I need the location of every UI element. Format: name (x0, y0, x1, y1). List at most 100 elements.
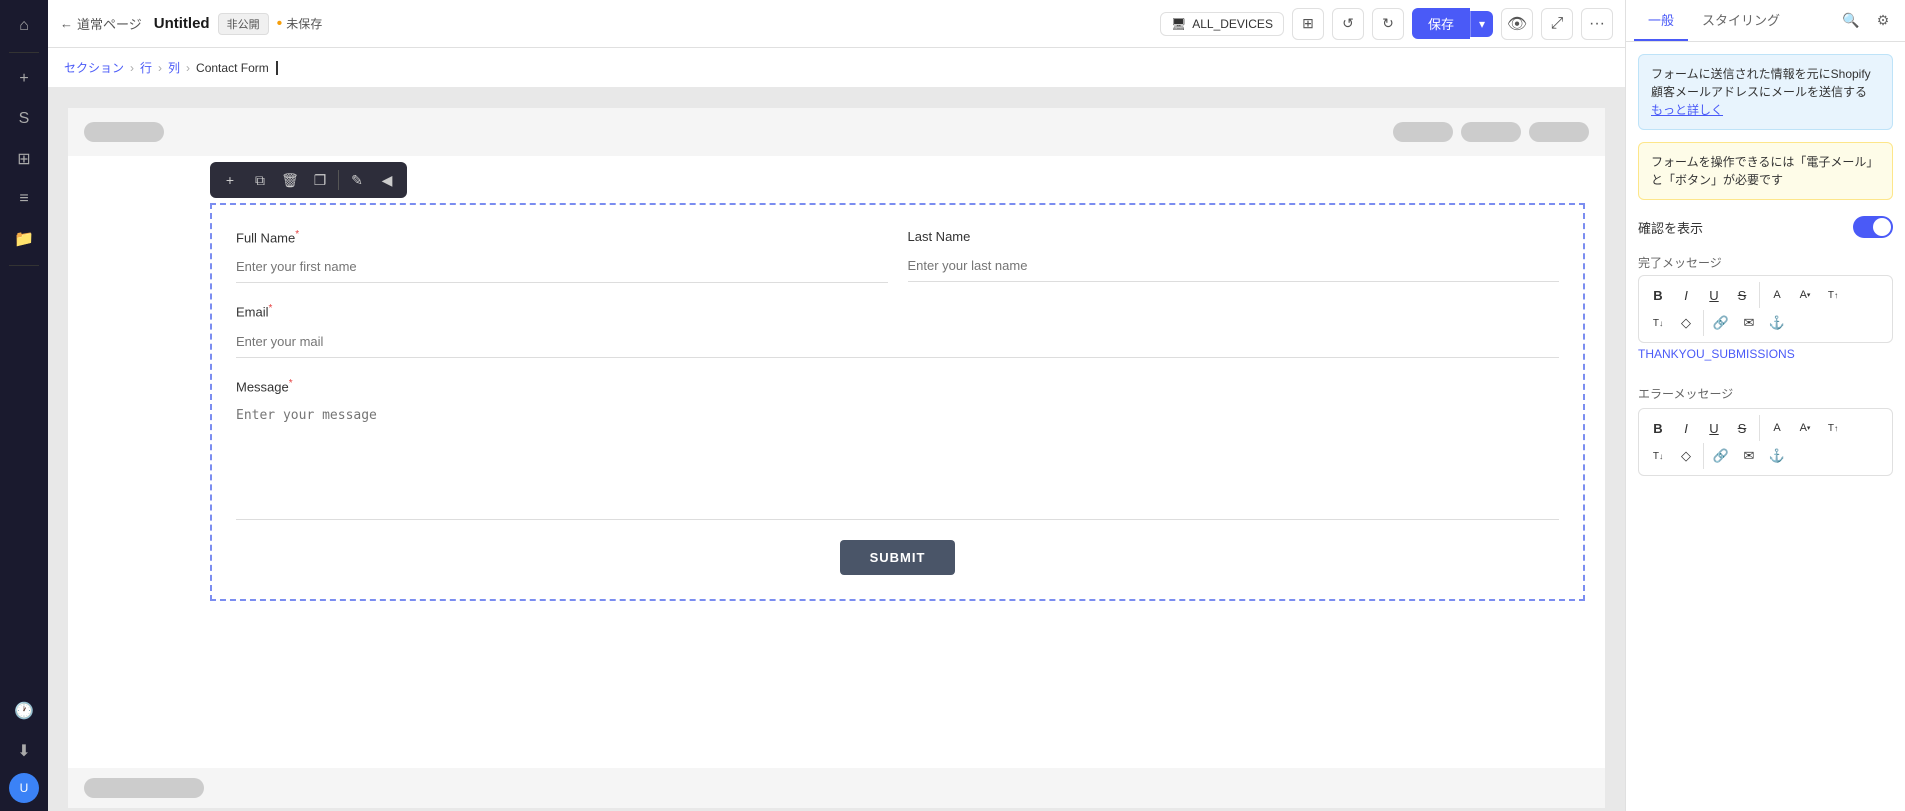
submit-button[interactable]: SUBMIT (840, 540, 956, 575)
clear-format-button[interactable]: ◇ (1673, 310, 1699, 336)
toolbar-copy-button[interactable]: ❐ (306, 166, 334, 194)
error-text-toolbar: B I U S A A▾ T↑ T↓ ◇ 🔗 ✉ ⚓ (1638, 408, 1893, 476)
italic-button[interactable]: I (1673, 282, 1699, 308)
error-bold-button[interactable]: B (1645, 415, 1671, 441)
confirm-setting-row: 確認を表示 (1638, 212, 1893, 242)
highlight-button[interactable]: A▾ (1792, 282, 1818, 308)
header-nav-3 (1529, 122, 1589, 142)
error-highlight-button[interactable]: A▾ (1792, 415, 1818, 441)
last-name-input[interactable] (908, 250, 1560, 282)
superscript-button[interactable]: T↑ (1820, 282, 1846, 308)
bold-button[interactable]: B (1645, 282, 1671, 308)
preview-button[interactable]: 👁 (1501, 8, 1533, 40)
confirm-toggle[interactable] (1853, 216, 1893, 238)
confirm-label: 確認を表示 (1638, 218, 1703, 237)
right-panel: 一般 スタイリング 🔍 ⚙ フォームに送信された情報を元にShopify顧客メー… (1625, 0, 1905, 811)
sidebar-download-icon[interactable]: ⬇ (6, 733, 42, 769)
sidebar-folder-icon[interactable]: 📁 (6, 221, 42, 257)
error-clear-format-button[interactable]: ◇ (1673, 443, 1699, 469)
error-font-color-button[interactable]: A (1764, 415, 1790, 441)
more-options-button[interactable]: ··· (1581, 8, 1613, 40)
redo-button[interactable]: ↻ (1372, 8, 1404, 40)
full-name-input[interactable] (236, 251, 888, 283)
back-button[interactable]: ← 道常ページ (60, 14, 142, 33)
error-strikethrough-button[interactable]: S (1729, 415, 1755, 441)
error-link-button[interactable]: 🔗 (1708, 443, 1734, 469)
error-subscript-button[interactable]: T↓ (1645, 443, 1671, 469)
anchor-button[interactable]: ⚓ (1764, 310, 1790, 336)
sidebar-divider (9, 52, 39, 53)
text-tool-row-2: T↓ ◇ 🔗 ✉ ⚓ (1645, 310, 1886, 336)
text-cursor (276, 61, 278, 75)
settings-icon-button[interactable]: ⚙ (1869, 7, 1897, 35)
device-label: ALL_DEVICES (1192, 17, 1273, 31)
footer-placeholder (84, 778, 204, 798)
info-link[interactable]: もっと詳しく (1651, 103, 1723, 117)
toolbar-duplicate-button[interactable]: ⧉ (246, 166, 274, 194)
expand-button[interactable]: ⤢ (1541, 8, 1573, 40)
header-nav-2 (1461, 122, 1521, 142)
font-color-button[interactable]: A (1764, 282, 1790, 308)
error-tool-sep-1 (1759, 415, 1760, 441)
breadcrumb-active: Contact Form (196, 61, 269, 75)
sidebar-apps-icon[interactable]: ⊞ (6, 141, 42, 177)
strikethrough-button[interactable]: S (1729, 282, 1755, 308)
grid-icon-button[interactable]: ⊞ (1292, 8, 1324, 40)
error-label: エラーメッセージ (1638, 385, 1893, 402)
visibility-badge[interactable]: 非公開 (218, 13, 269, 35)
sidebar-home-icon[interactable]: ⌂ (6, 8, 42, 44)
breadcrumb-sep-2: › (158, 61, 162, 75)
error-superscript-button[interactable]: T↑ (1820, 415, 1846, 441)
error-underline-button[interactable]: U (1701, 415, 1727, 441)
sidebar-add-icon[interactable]: + (6, 61, 42, 97)
form-email-row: Email* (236, 303, 1559, 357)
error-email-link-button[interactable]: ✉ (1736, 443, 1762, 469)
warning-box: フォームを操作できるには「電子メール」と「ボタン」が必要です (1638, 142, 1893, 200)
tab-general[interactable]: 一般 (1634, 0, 1688, 41)
canvas-area: + ⧉ 🗑 ❐ ✎ ◀ Full Name* (48, 88, 1625, 811)
link-button[interactable]: 🔗 (1708, 310, 1734, 336)
breadcrumb-sep-3: › (186, 61, 190, 75)
email-input[interactable] (236, 326, 1559, 358)
sidebar-shopify-icon[interactable]: S (6, 101, 42, 137)
subscript-button[interactable]: T↓ (1645, 310, 1671, 336)
error-anchor-button[interactable]: ⚓ (1764, 443, 1790, 469)
error-italic-button[interactable]: I (1673, 415, 1699, 441)
undo-button[interactable]: ↺ (1332, 8, 1364, 40)
breadcrumb: セクション › 行 › 列 › Contact Form (48, 48, 1625, 88)
search-icon-button[interactable]: 🔍 (1837, 7, 1865, 35)
warning-text: フォームを操作できるには「電子メール」と「ボタン」が必要です (1651, 155, 1878, 187)
full-name-required: * (295, 229, 299, 240)
save-dropdown-button[interactable]: ▾ (1470, 11, 1493, 37)
sidebar-divider-2 (9, 265, 39, 266)
email-group: Email* (236, 303, 1559, 357)
toolbar-collapse-button[interactable]: ◀ (373, 166, 401, 194)
device-selector[interactable]: 🖥 ALL_DEVICES (1160, 12, 1284, 36)
completion-text-toolbar: B I U S A A▾ T↑ T↓ ◇ 🔗 ✉ ⚓ (1638, 275, 1893, 343)
unsaved-label: 未保存 (286, 15, 322, 32)
full-name-label: Full Name* (236, 229, 888, 245)
full-name-group: Full Name* (236, 229, 888, 283)
save-button[interactable]: 保存 (1412, 8, 1470, 39)
tab-icons: 🔍 ⚙ (1837, 7, 1897, 35)
info-text: フォームに送信された情報を元にShopify顧客メールアドレスにメールを送信する (1651, 67, 1871, 99)
unsaved-indicator: • 未保存 (277, 15, 323, 33)
message-label: Message* (236, 378, 1559, 394)
message-input[interactable] (236, 400, 1559, 520)
toolbar-style-button[interactable]: ✎ (343, 166, 371, 194)
toolbar-delete-button[interactable]: 🗑 (276, 166, 304, 194)
sidebar-avatar-icon[interactable]: U (9, 773, 39, 803)
page-preview: + ⧉ 🗑 ❐ ✎ ◀ Full Name* (68, 108, 1605, 808)
breadcrumb-col[interactable]: 列 (168, 59, 180, 76)
back-arrow-icon: ← (60, 16, 73, 31)
sidebar-layers-icon[interactable]: ≡ (6, 181, 42, 217)
breadcrumb-sep-1: › (130, 61, 134, 75)
tab-styling[interactable]: スタイリング (1688, 0, 1794, 41)
breadcrumb-section[interactable]: セクション (64, 59, 124, 76)
sidebar-history-icon[interactable]: 🕐 (6, 693, 42, 729)
toolbar-add-button[interactable]: + (216, 166, 244, 194)
email-link-button[interactable]: ✉ (1736, 310, 1762, 336)
breadcrumb-row[interactable]: 行 (140, 59, 152, 76)
underline-button[interactable]: U (1701, 282, 1727, 308)
message-group: Message* (236, 378, 1559, 520)
